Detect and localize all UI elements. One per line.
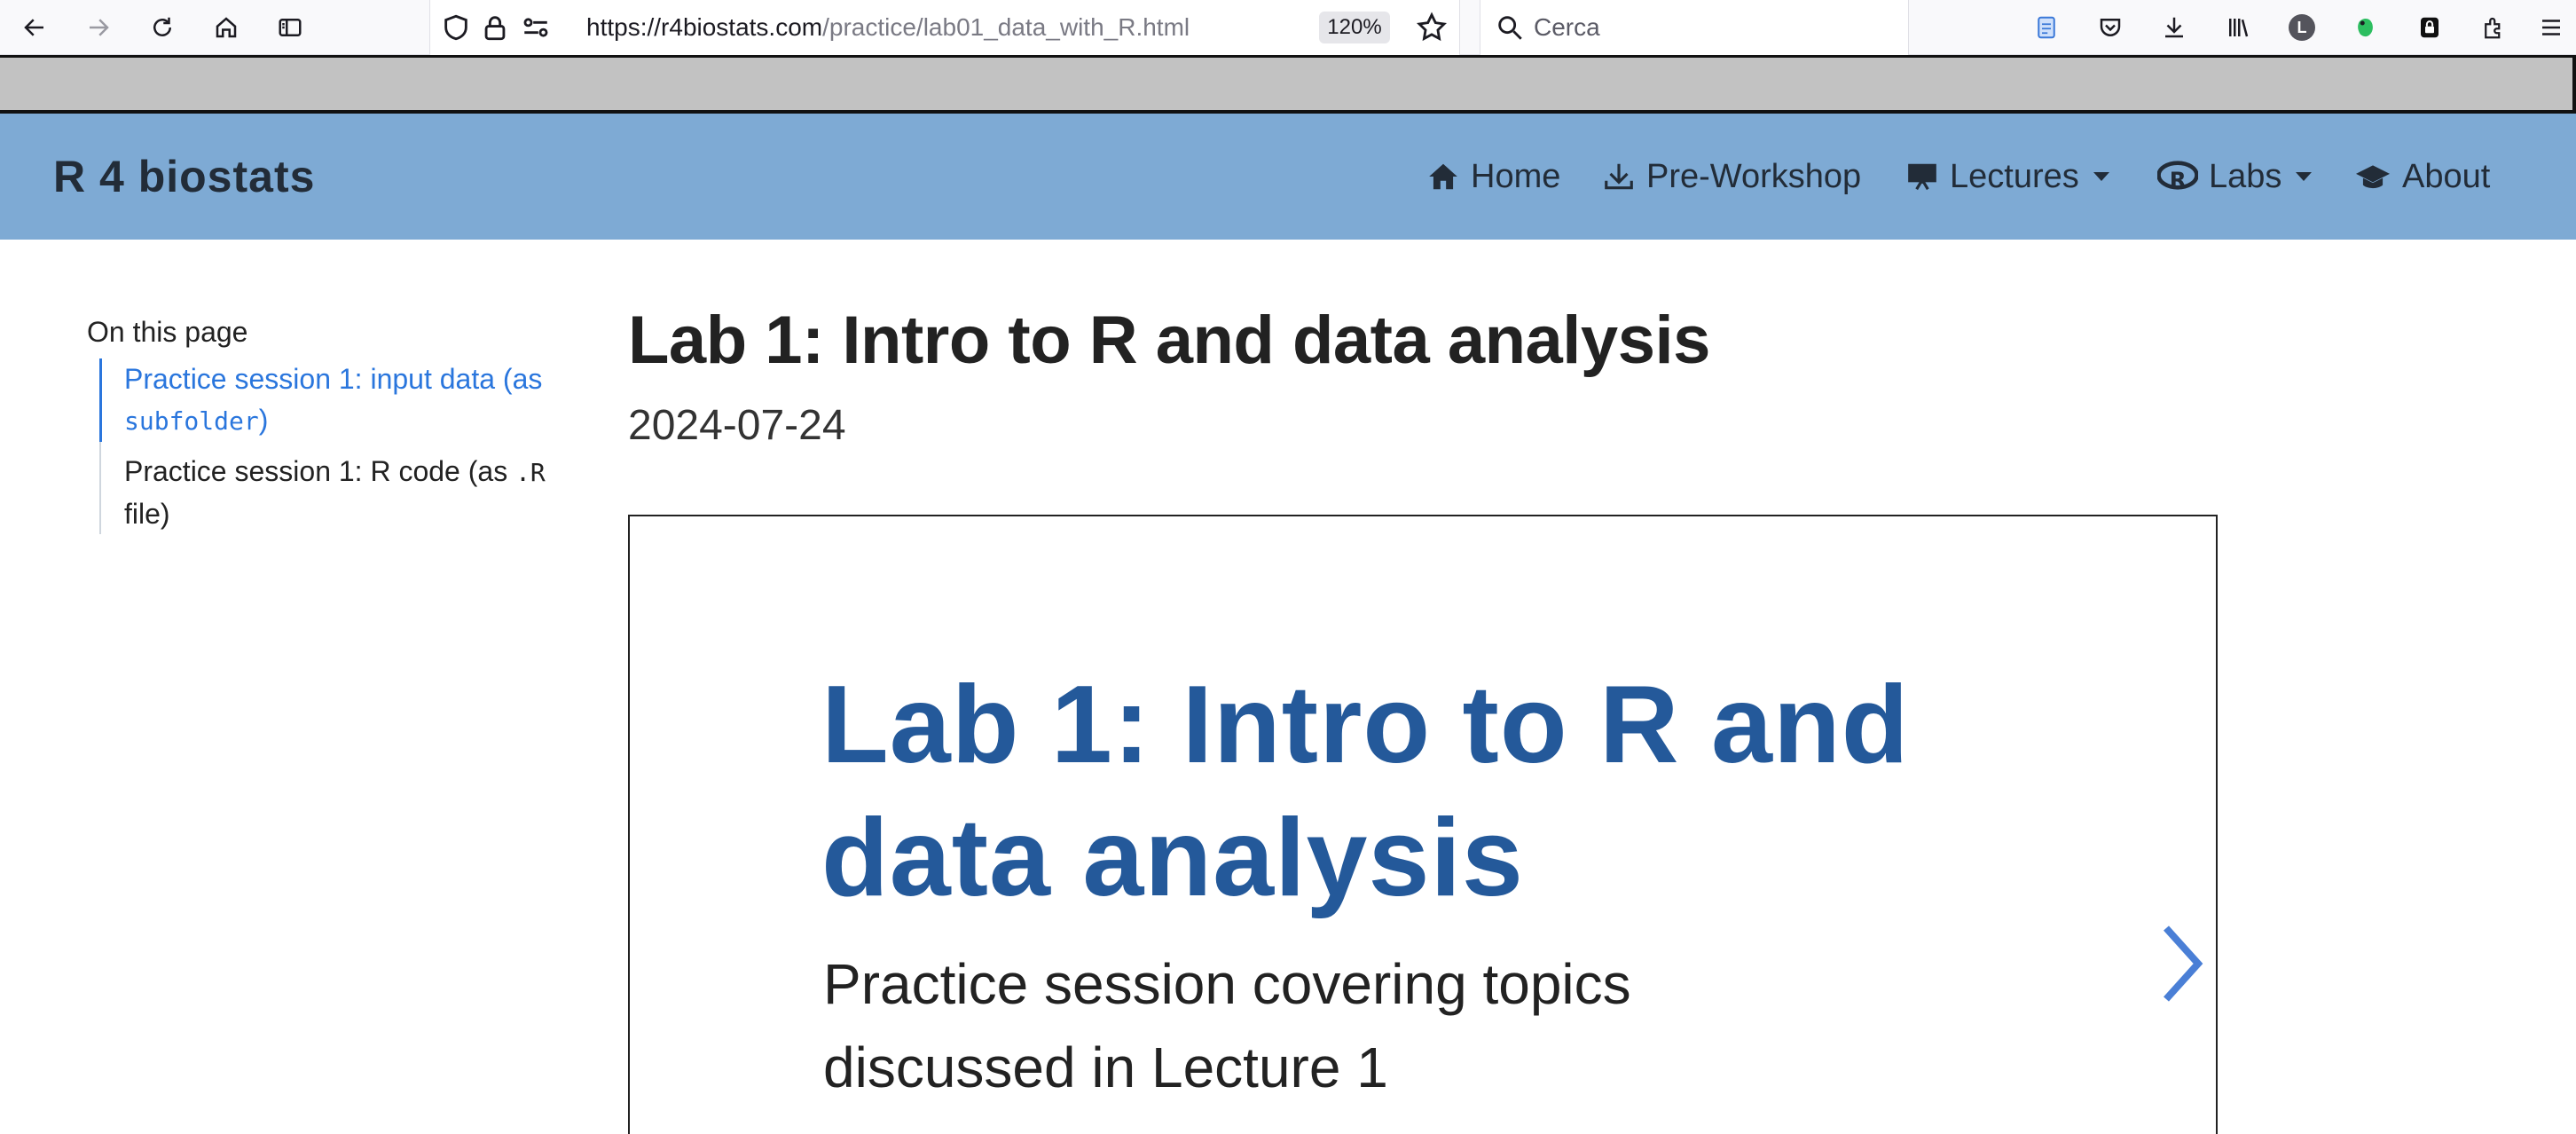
nav-preworkshop[interactable]: Pre-Workshop: [1602, 114, 1861, 240]
chevron-down-icon: [2093, 172, 2109, 181]
toc-item-tail: file): [124, 498, 170, 530]
r-logo-icon: R: [2157, 161, 2198, 193]
slide-title: Lab 1: Intro to R and data analysis: [821, 664, 1910, 919]
search-bar[interactable]: Cerca: [1480, 0, 1909, 55]
search-placeholder: Cerca: [1534, 13, 1600, 41]
home-icon: [1429, 163, 1457, 190]
toc-item-r-code[interactable]: Practice session 1: R code (as .R file): [101, 451, 561, 534]
reload-button[interactable]: [142, 7, 183, 48]
toc-item-code: subfolder: [124, 406, 259, 436]
downloads-icon[interactable]: [2154, 7, 2195, 48]
notification-strip: [0, 55, 2576, 114]
slide-subtitle: Practice session covering topics discuss…: [823, 952, 1631, 1099]
forward-button[interactable]: [78, 7, 119, 48]
menu-icon[interactable]: [2533, 7, 2569, 48]
nav-home[interactable]: Home: [1426, 114, 1560, 240]
profile-initial: L: [2289, 14, 2315, 41]
presentation-icon: [1908, 163, 1936, 191]
page-date: 2024-07-24: [628, 402, 846, 449]
url-host: https://r4biostats.com: [586, 13, 823, 41]
reader-view-button[interactable]: [270, 7, 310, 48]
password-manager-icon[interactable]: [2409, 7, 2450, 48]
profile-avatar[interactable]: L: [2281, 7, 2322, 48]
shield-icon[interactable]: [441, 12, 471, 47]
evernote-extension-icon[interactable]: [2345, 7, 2386, 48]
back-button[interactable]: [14, 7, 55, 48]
nav-labs[interactable]: R Labs: [2157, 114, 2313, 240]
library-icon[interactable]: [2218, 7, 2258, 48]
chevron-down-icon: [2296, 172, 2313, 181]
document-icon[interactable]: [2026, 7, 2067, 48]
nav-about[interactable]: About: [2354, 114, 2490, 240]
site-navbar: R 4 biostats Home Pre-Workshop Lectures …: [0, 114, 2576, 240]
search-icon: [1495, 12, 1525, 47]
nav-labs-label: Labs: [2209, 157, 2282, 195]
embedded-slide-deck[interactable]: Lab 1: Intro to R and data analysis Prac…: [628, 515, 2218, 1134]
nav-lectures[interactable]: Lectures: [1905, 114, 2109, 240]
toc-item-input-data[interactable]: Practice session 1: input data (as subfo…: [99, 358, 561, 442]
chevron-right-icon: [2164, 925, 2203, 1002]
nav-lectures-label: Lectures: [1950, 157, 2079, 195]
url-text[interactable]: https://r4biostats.com/practice/lab01_da…: [586, 0, 1190, 55]
download-icon: [1605, 163, 1633, 190]
forward-arrow-icon: [90, 19, 109, 36]
site-brand[interactable]: R 4 biostats: [53, 114, 315, 240]
reload-icon: [153, 17, 171, 36]
toc-item-text: Practice session 1: input data (as: [124, 363, 543, 395]
zoom-level-badge[interactable]: 120%: [1319, 12, 1390, 43]
extensions-icon[interactable]: [2473, 7, 2514, 48]
toc-item-code: .R: [515, 458, 546, 487]
address-bar[interactable]: https://r4biostats.com/practice/lab01_da…: [429, 0, 1460, 55]
pocket-icon[interactable]: [2090, 7, 2131, 48]
toc-item-tail: ): [258, 404, 269, 436]
url-path: /practice/lab01_data_with_R.html: [822, 13, 1190, 41]
toc-item-text: Practice session 1: R code (as: [124, 455, 516, 487]
svg-text:R: R: [2170, 167, 2187, 193]
sidebar-icon: [279, 19, 302, 36]
slide-next-button[interactable]: [2156, 921, 2209, 1006]
nav-preworkshop-label: Pre-Workshop: [1646, 157, 1862, 195]
home-button[interactable]: [206, 7, 247, 48]
bookmark-star-icon[interactable]: [1415, 11, 1449, 49]
back-arrow-icon: [24, 19, 43, 36]
toc-list: Practice session 1: input data (as subfo…: [99, 358, 561, 534]
toc-title: On this page: [87, 316, 248, 348]
permissions-icon[interactable]: [521, 12, 551, 47]
home-icon: [216, 17, 237, 38]
page-title: Lab 1: Intro to R and data analysis: [628, 303, 1710, 378]
browser-toolbar: https://r4biostats.com/practice/lab01_da…: [0, 0, 2576, 55]
nav-about-label: About: [2402, 157, 2491, 195]
lock-icon[interactable]: [480, 12, 510, 47]
nav-home-label: Home: [1471, 157, 1561, 195]
graduation-cap-icon: [2356, 165, 2390, 189]
